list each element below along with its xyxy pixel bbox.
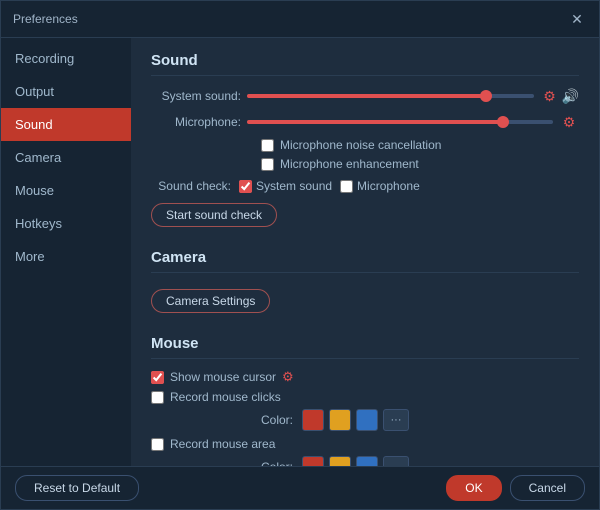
sidebar-item-sound[interactable]: Sound — [1, 108, 131, 141]
record-clicks-label[interactable]: Record mouse clicks — [170, 390, 281, 404]
dialog-title: Preferences — [13, 12, 78, 26]
sidebar-item-more[interactable]: More — [1, 240, 131, 273]
footer-right-buttons: OK Cancel — [446, 475, 585, 501]
sound-check-mic-checkbox[interactable] — [340, 180, 353, 193]
sound-check-row: Sound check: System sound Microphone — [151, 179, 579, 193]
color-label-1: Color: — [261, 413, 293, 427]
body: Recording Output Sound Camera Mouse Hotk… — [1, 38, 599, 466]
preferences-dialog: Preferences ✕ Recording Output Sound Cam… — [0, 0, 600, 510]
noise-cancellation-checkbox[interactable] — [261, 139, 274, 152]
cancel-button[interactable]: Cancel — [510, 475, 585, 501]
show-cursor-label[interactable]: Show mouse cursor — [170, 370, 276, 384]
mouse-section: Mouse Show mouse cursor ⚙ Record mouse c… — [151, 335, 579, 466]
mouse-color-row-2: Color: ··· — [261, 456, 579, 466]
color-swatch-red-1[interactable] — [302, 409, 324, 431]
sound-section: Sound System sound: ⚙ 🔊 Microphone: — [151, 52, 579, 237]
color-swatch-yellow-2[interactable] — [329, 456, 351, 466]
system-sound-gear-button[interactable]: ⚙ — [540, 86, 560, 106]
microphone-slider[interactable] — [247, 120, 553, 124]
microphone-gear-button[interactable]: ⚙ — [559, 112, 579, 132]
sidebar-item-recording[interactable]: Recording — [1, 42, 131, 75]
system-sound-check-group: System sound — [239, 179, 332, 193]
color-swatch-red-2[interactable] — [302, 456, 324, 466]
record-area-checkbox[interactable] — [151, 438, 164, 451]
color-more-button-2[interactable]: ··· — [383, 456, 409, 466]
microphone-slider-wrap — [247, 114, 553, 130]
sidebar-item-mouse[interactable]: Mouse — [1, 174, 131, 207]
speaker-icon: 🔊 — [562, 88, 579, 105]
record-area-row: Record mouse area — [151, 437, 579, 451]
microphone-label: Microphone: — [151, 115, 241, 129]
color-swatch-yellow-1[interactable] — [329, 409, 351, 431]
microphone-row: Microphone: ⚙ — [151, 112, 579, 132]
mouse-section-title: Mouse — [151, 335, 579, 359]
mic-enhancement-checkbox[interactable] — [261, 158, 274, 171]
mouse-color-row-1: Color: ··· — [261, 409, 579, 431]
sound-check-system-label[interactable]: System sound — [256, 179, 332, 193]
system-sound-slider[interactable] — [247, 94, 534, 98]
microphone-check-group: Microphone — [340, 179, 420, 193]
title-bar: Preferences ✕ — [1, 1, 599, 38]
sidebar-item-hotkeys[interactable]: Hotkeys — [1, 207, 131, 240]
camera-section: Camera Camera Settings — [151, 249, 579, 323]
close-button[interactable]: ✕ — [567, 9, 587, 29]
mic-enhancement-label[interactable]: Microphone enhancement — [280, 157, 419, 171]
content-area: Sound System sound: ⚙ 🔊 Microphone: — [131, 38, 599, 466]
sound-check-label: Sound check: — [151, 179, 231, 193]
sound-check-mic-label[interactable]: Microphone — [357, 179, 420, 193]
sidebar: Recording Output Sound Camera Mouse Hotk… — [1, 38, 131, 466]
show-cursor-row: Show mouse cursor ⚙ — [151, 369, 579, 385]
noise-cancellation-row: Microphone noise cancellation — [261, 138, 579, 152]
cursor-gear-icon[interactable]: ⚙ — [282, 369, 294, 385]
enhancement-row: Microphone enhancement — [261, 157, 579, 171]
camera-section-title: Camera — [151, 249, 579, 273]
system-sound-row: System sound: ⚙ 🔊 — [151, 86, 579, 106]
color-swatch-blue-2[interactable] — [356, 456, 378, 466]
color-swatch-blue-1[interactable] — [356, 409, 378, 431]
reset-to-default-button[interactable]: Reset to Default — [15, 475, 139, 501]
sound-check-system-checkbox[interactable] — [239, 180, 252, 193]
record-area-label[interactable]: Record mouse area — [170, 437, 275, 451]
system-sound-slider-wrap — [247, 88, 534, 104]
show-cursor-checkbox[interactable] — [151, 371, 164, 384]
system-sound-label: System sound: — [151, 89, 241, 103]
sidebar-item-camera[interactable]: Camera — [1, 141, 131, 174]
start-sound-check-button[interactable]: Start sound check — [151, 203, 277, 227]
color-more-button-1[interactable]: ··· — [383, 409, 409, 431]
sound-section-title: Sound — [151, 52, 579, 76]
record-clicks-row: Record mouse clicks — [151, 390, 579, 404]
noise-cancellation-label[interactable]: Microphone noise cancellation — [280, 138, 441, 152]
camera-settings-button[interactable]: Camera Settings — [151, 289, 270, 313]
footer: Reset to Default OK Cancel — [1, 466, 599, 509]
ok-button[interactable]: OK — [446, 475, 501, 501]
sidebar-item-output[interactable]: Output — [1, 75, 131, 108]
record-clicks-checkbox[interactable] — [151, 391, 164, 404]
